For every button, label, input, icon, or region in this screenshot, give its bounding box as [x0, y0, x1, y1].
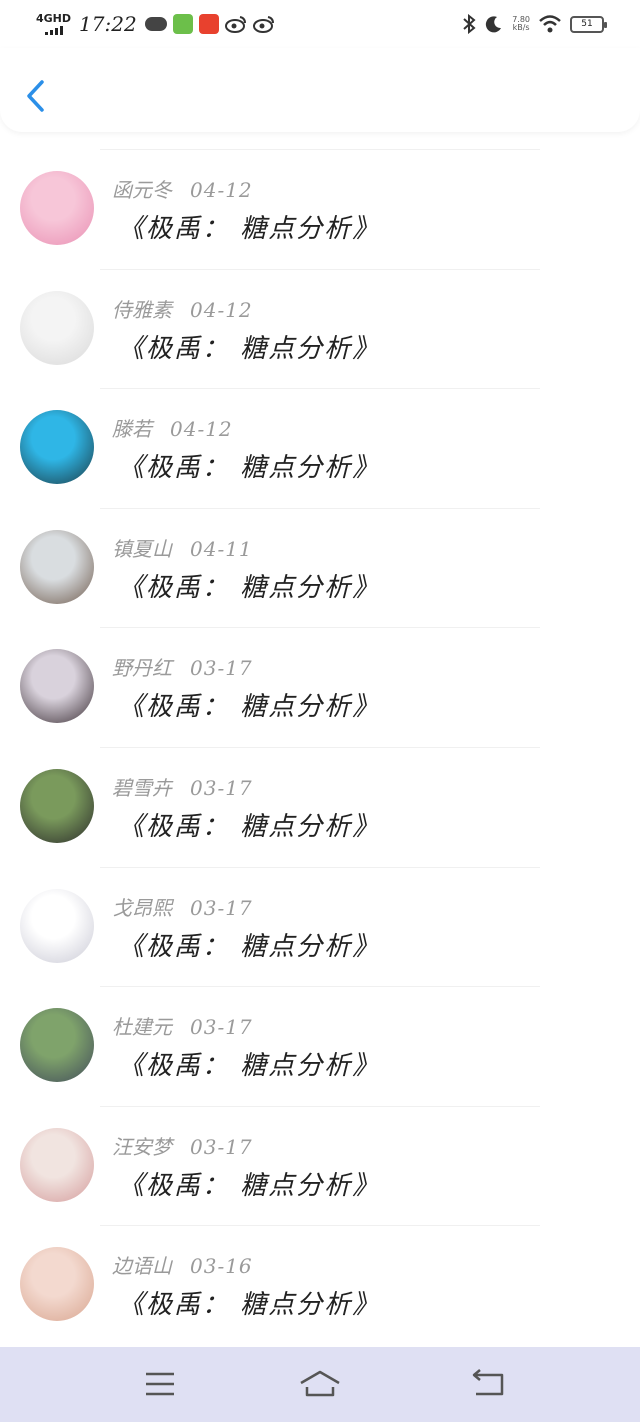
status-icons-right: 7.80 kB/s 51	[462, 14, 607, 34]
notification-icons	[144, 14, 275, 34]
bluetooth-icon	[463, 14, 476, 34]
comment-item[interactable]: 野丹红 03-17 《极禹： 糖点分析》	[0, 618, 640, 737]
user-name[interactable]: 野丹红	[112, 656, 172, 680]
speed-unit: kB/s	[512, 23, 530, 32]
home-icon	[300, 1370, 340, 1397]
signal-icon	[44, 26, 63, 35]
comment-text: 《极禹： 糖点分析》	[118, 334, 381, 364]
comment-meta: 滕若 04-12	[112, 413, 233, 442]
user-name[interactable]: 戈昂熙	[112, 896, 172, 920]
clock: 17:22	[79, 12, 137, 36]
comment-text: 《极禹： 糖点分析》	[118, 1051, 381, 1081]
comment-date: 03-17	[190, 1135, 253, 1159]
app-notification-icon	[172, 14, 193, 34]
comment-meta: 戈昂熙 03-17	[112, 892, 253, 921]
avatar[interactable]	[20, 889, 94, 963]
comment-date: 04-11	[190, 537, 253, 561]
comment-meta: 碧雪卉 03-17	[112, 772, 253, 801]
user-name[interactable]: 镇夏山	[112, 537, 172, 561]
comment-meta: 边语山 03-16	[112, 1250, 253, 1279]
network-label: 4GHD	[36, 12, 72, 25]
avatar[interactable]	[20, 769, 94, 843]
system-navigation-bar	[0, 1347, 640, 1422]
back-button[interactable]	[22, 78, 50, 114]
weibo-icon	[224, 16, 246, 33]
comment-item[interactable]: 杜建元 03-17 《极禹： 糖点分析》	[0, 977, 640, 1096]
comment-text: 《极禹： 糖点分析》	[118, 1171, 381, 1201]
avatar[interactable]	[20, 410, 94, 484]
cloud-icon	[144, 17, 167, 31]
comment-meta: 汪安梦 03-17	[112, 1131, 253, 1160]
comment-meta: 侍雅素 04-12	[112, 294, 253, 323]
avatar[interactable]	[20, 291, 94, 365]
avatar[interactable]	[20, 1247, 94, 1321]
user-name[interactable]: 碧雪卉	[112, 776, 172, 800]
comment-text: 《极禹： 糖点分析》	[118, 573, 381, 603]
back-icon	[472, 1369, 504, 1396]
avatar[interactable]	[20, 1008, 94, 1082]
menu-button[interactable]	[140, 1367, 180, 1403]
wifi-icon	[539, 15, 561, 33]
battery-level: 51	[581, 19, 593, 29]
battery-icon: 51	[570, 15, 607, 33]
comment-date: 04-12	[190, 178, 253, 202]
comment-text: 《极禹： 糖点分析》	[118, 932, 381, 962]
comment-date: 04-12	[190, 298, 253, 322]
app-notification-icon	[198, 14, 219, 34]
avatar[interactable]	[20, 649, 94, 723]
user-name[interactable]: 函元冬	[112, 178, 172, 202]
weibo-icon	[252, 16, 274, 33]
comment-text: 《极禹： 糖点分析》	[118, 812, 381, 842]
comment-item[interactable]: 边语山 03-16 《极禹： 糖点分析》	[0, 1216, 640, 1335]
user-name[interactable]: 边语山	[112, 1254, 172, 1278]
comment-meta: 镇夏山 04-11	[112, 533, 253, 562]
comment-meta: 野丹红 03-17	[112, 652, 253, 681]
comment-meta: 杜建元 03-17	[112, 1011, 253, 1040]
comment-date: 03-17	[190, 896, 253, 920]
comment-meta: 函元冬 04-12	[112, 174, 253, 203]
system-back-button[interactable]	[468, 1367, 508, 1403]
comment-item[interactable]: 镇夏山 04-11 《极禹： 糖点分析》	[0, 499, 640, 618]
menu-icon	[146, 1372, 174, 1396]
comment-item[interactable]: 碧雪卉 03-17 《极禹： 糖点分析》	[0, 738, 640, 857]
comment-date: 03-17	[190, 656, 253, 680]
comment-date: 03-17	[190, 776, 253, 800]
comment-item[interactable]: 滕若 04-12 《极禹： 糖点分析》	[0, 379, 640, 498]
do-not-disturb-moon-icon	[486, 16, 502, 33]
user-name[interactable]: 滕若	[112, 417, 152, 441]
comment-item[interactable]: 戈昂熙 03-17 《极禹： 糖点分析》	[0, 858, 640, 977]
status-bar: 4GHD 17:22 7.80 kB/s 51	[0, 0, 640, 48]
home-button[interactable]	[298, 1367, 342, 1403]
user-name[interactable]: 侍雅素	[112, 298, 172, 322]
chevron-left-icon	[27, 80, 44, 112]
avatar[interactable]	[20, 1128, 94, 1202]
comment-text: 《极禹： 糖点分析》	[118, 214, 381, 244]
avatar[interactable]	[20, 530, 94, 604]
comment-text: 《极禹： 糖点分析》	[118, 692, 381, 722]
comment-date: 03-17	[190, 1015, 253, 1039]
comment-text: 《极禹： 糖点分析》	[118, 453, 381, 483]
avatar[interactable]	[20, 171, 94, 245]
top-app-bar	[0, 48, 640, 132]
comment-item[interactable]: 汪安梦 03-17 《极禹： 糖点分析》	[0, 1097, 640, 1216]
comment-item[interactable]: 函元冬 04-12 《极禹： 糖点分析》	[0, 140, 640, 259]
network-speed: 7.80 kB/s	[512, 16, 530, 32]
user-name[interactable]: 杜建元	[112, 1015, 172, 1039]
user-name[interactable]: 汪安梦	[112, 1135, 172, 1159]
comment-date: 03-16	[190, 1254, 253, 1278]
comment-text: 《极禹： 糖点分析》	[118, 1290, 381, 1320]
network-indicator: 4GHD	[36, 13, 71, 35]
comment-date: 04-12	[170, 417, 233, 441]
comment-item[interactable]: 侍雅素 04-12 《极禹： 糖点分析》	[0, 260, 640, 379]
